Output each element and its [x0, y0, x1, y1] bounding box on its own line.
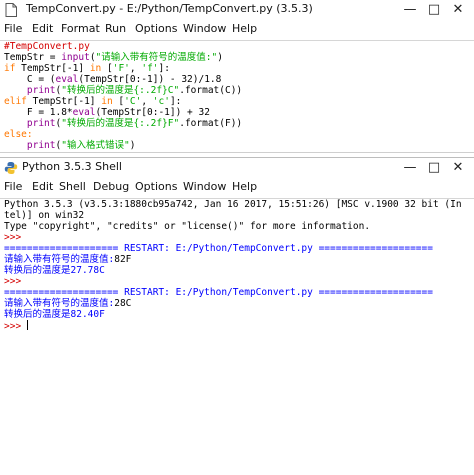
menu-help[interactable]: Help: [232, 180, 257, 193]
shell-line: >>>: [4, 232, 22, 243]
shell-line: 转换后的温度是82.40F: [4, 309, 105, 320]
shell-line: Type "copyright", "credits" or "license(…: [4, 221, 371, 232]
code-line: else:: [4, 129, 33, 140]
shell-title: Python 3.5.3 Shell: [22, 160, 122, 173]
menu-edit[interactable]: Edit: [32, 180, 53, 193]
close-button[interactable]: ✕: [446, 0, 470, 20]
menu-file[interactable]: File: [4, 22, 22, 35]
menu-debug[interactable]: Debug: [93, 180, 129, 193]
editor-menubar: File Edit Format Run Options Window Help: [0, 20, 474, 38]
shell-line: >>>: [4, 320, 28, 332]
text-cursor: [26, 320, 28, 330]
menu-window[interactable]: Window: [183, 180, 226, 193]
menu-options[interactable]: Options: [135, 180, 177, 193]
shell-line: 请输入带有符号的温度值:28C: [4, 298, 132, 309]
minimize-button[interactable]: —: [398, 158, 422, 178]
code-line: print("转换后的温度是{:.2f}F".format(F)): [26, 118, 243, 129]
menu-help[interactable]: Help: [232, 22, 257, 35]
code-line: F = 1.8*eval(TempStr[0:-1]) + 32: [4, 107, 210, 118]
menu-file[interactable]: File: [4, 180, 22, 193]
shell-line: tel)] on win32: [4, 210, 85, 221]
menu-run[interactable]: Run: [105, 22, 126, 35]
shell-line: ==================== RESTART: E:/Python/…: [4, 287, 433, 298]
maximize-button[interactable]: □: [422, 158, 446, 178]
shell-line: Python 3.5.3 (v3.5.3:1880cb95a742, Jan 1…: [4, 199, 462, 210]
menu-edit[interactable]: Edit: [32, 22, 53, 35]
editor-title: TempConvert.py - E:/Python/TempConvert.p…: [26, 2, 313, 15]
maximize-button[interactable]: □: [422, 0, 446, 20]
shell-output[interactable]: Python 3.5.3 (v3.5.3:1880cb95a742, Jan 1…: [0, 198, 474, 475]
code-line: #TempConvert.py: [4, 41, 90, 52]
menu-window[interactable]: Window: [183, 22, 226, 35]
editor-titlebar[interactable]: TempConvert.py - E:/Python/TempConvert.p…: [0, 0, 474, 20]
menu-format[interactable]: Format: [61, 22, 100, 35]
shell-menubar: File Edit Shell Debug Options Window Hel…: [0, 178, 474, 196]
shell-line: 请输入带有符号的温度值:82F: [4, 254, 132, 265]
close-button[interactable]: ✕: [446, 158, 470, 178]
code-line: if TempStr[-1] in ['F', 'f']:: [4, 63, 170, 74]
menu-options[interactable]: Options: [135, 22, 177, 35]
menu-shell[interactable]: Shell: [59, 180, 86, 193]
shell-window: Python 3.5.3 Shell — □ ✕ File Edit Shell…: [0, 157, 474, 475]
minimize-button[interactable]: —: [398, 0, 422, 20]
python-icon: [4, 162, 18, 174]
code-line: TempStr = input("请输入带有符号的温度值:"): [4, 52, 223, 63]
code-editor[interactable]: #TempConvert.py TempStr = input("请输入带有符号…: [0, 40, 474, 152]
shell-titlebar[interactable]: Python 3.5.3 Shell — □ ✕: [0, 158, 474, 178]
code-line: print("输入格式错误"): [26, 140, 136, 151]
code-line: C = (eval(TempStr[0:-1]) - 32)/1.8: [4, 74, 222, 85]
code-line: print("转换后的温度是{:.2f}C".format(C)): [26, 85, 243, 96]
file-icon: [5, 3, 17, 17]
shell-line: 转换后的温度是27.78C: [4, 265, 105, 276]
shell-line: ==================== RESTART: E:/Python/…: [4, 243, 433, 254]
shell-line: >>>: [4, 276, 22, 287]
code-line: elif TempStr[-1] in ['C', 'c']:: [4, 96, 182, 107]
editor-window: TempConvert.py - E:/Python/TempConvert.p…: [0, 0, 474, 153]
